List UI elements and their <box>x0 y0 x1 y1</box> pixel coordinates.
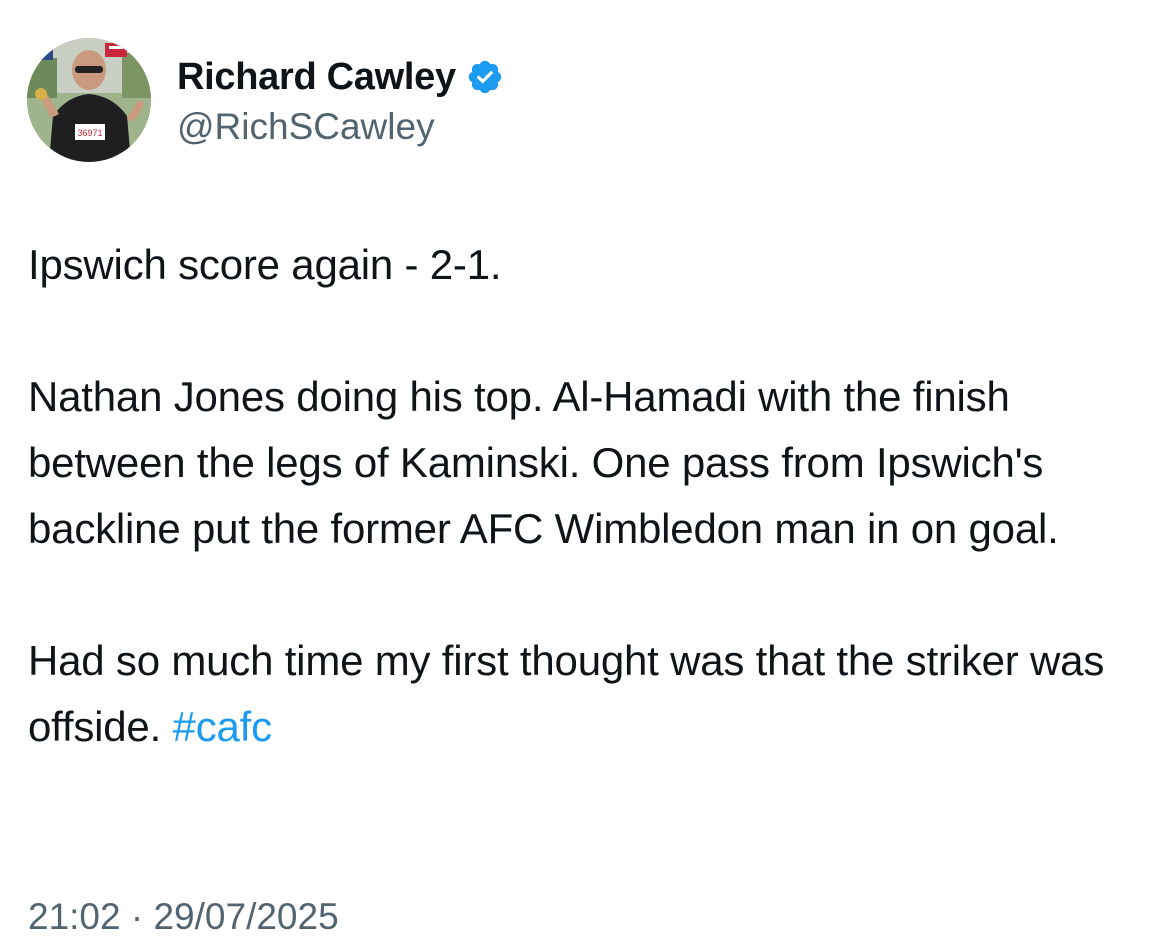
author-names: Richard Cawley @RichSCawley <box>177 52 504 148</box>
tweet-paragraph-last: Had so much time my first thought was th… <box>28 628 1148 760</box>
tweet-time: 21:02 <box>28 896 121 937</box>
tweet-header: 36971 Richard Cawley @RichSCawley <box>27 38 504 162</box>
author-handle[interactable]: @RichSCawley <box>177 106 504 148</box>
tweet-card: 36971 Richard Cawley @RichSCawley Ipswic… <box>0 0 1170 945</box>
verified-badge-icon <box>466 58 504 96</box>
avatar-photo-image: 36971 <box>27 38 151 162</box>
author-display-name[interactable]: Richard Cawley <box>177 56 456 99</box>
tweet-paragraph: Nathan Jones doing his top. Al-Hamadi wi… <box>28 373 1059 552</box>
tweet-timestamp[interactable]: 21:02 · 29/07/2025 <box>28 898 339 935</box>
hashtag-link[interactable]: #cafc <box>173 703 273 750</box>
display-name-row: Richard Cawley <box>177 52 504 102</box>
tweet-text: Ipswich score again - 2-1. Nathan Jones … <box>28 232 1148 760</box>
tweet-paragraph: Ipswich score again - 2-1. <box>28 241 502 288</box>
author-avatar[interactable]: 36971 <box>27 38 151 162</box>
timestamp-separator: · <box>120 896 154 937</box>
svg-text:36971: 36971 <box>77 128 102 138</box>
tweet-date: 29/07/2025 <box>153 896 339 937</box>
